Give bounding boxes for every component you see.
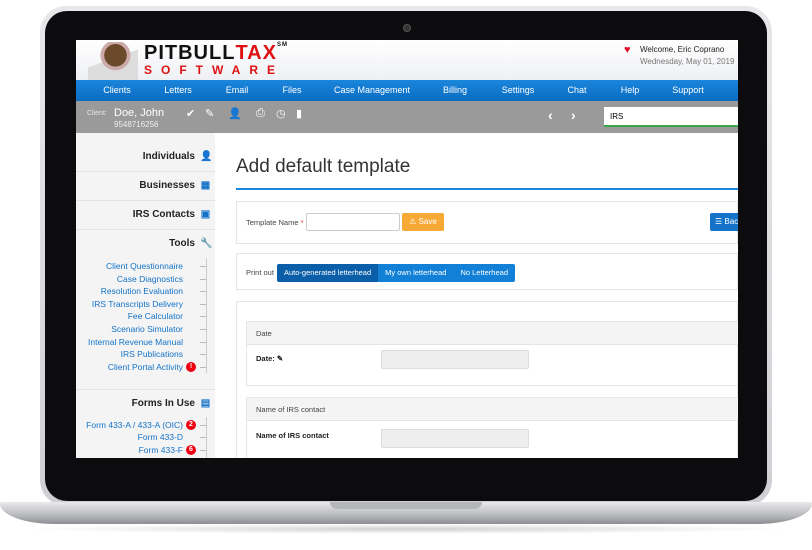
client-phone: 9548716256	[114, 120, 159, 129]
divider	[76, 200, 215, 201]
main-nav: Clients Letters Email Files Case Managem…	[76, 80, 738, 101]
sidebar: Individuals 👤 Businesses ▦ IRS Contacts ▣ T…	[76, 133, 215, 458]
count-badge: 6	[186, 445, 196, 455]
field-header: Name of IRS contact	[256, 405, 326, 414]
title-underline	[236, 188, 738, 190]
form-433-f[interactable]: Form 433-F 6	[139, 445, 196, 455]
building-icon: ▦	[200, 180, 211, 191]
logo-subtitle: SOFTWARE	[144, 63, 284, 77]
option-auto-generated-letterhead[interactable]: Auto-generated letterhead	[277, 264, 379, 282]
alert-badge: !	[186, 362, 196, 372]
field-header: Date	[256, 329, 272, 338]
nav-letters[interactable]: Letters	[164, 85, 192, 95]
nav-settings[interactable]: Settings	[502, 85, 535, 95]
field-label: Date: ✎	[256, 354, 284, 363]
pencil-icon[interactable]: ✎	[205, 107, 214, 120]
sidebar-item-tools[interactable]: Tools 🔧	[169, 238, 213, 249]
app-screen: PITBULLTAXSM SOFTWARE ♥ Welcome, Eric Co…	[76, 40, 738, 458]
nav-case-management[interactable]: Case Management	[334, 85, 410, 95]
form-433-d[interactable]: Form 433-D	[138, 432, 183, 442]
nav-support[interactable]: Support	[672, 85, 704, 95]
client-search-input[interactable]	[604, 107, 738, 127]
option-no-letterhead[interactable]: No Letterhead	[453, 264, 515, 282]
app-header: PITBULLTAXSM SOFTWARE ♥ Welcome, Eric Co…	[76, 40, 738, 80]
field-irs-contact: Name of IRS contact× Name of IRS contact	[246, 397, 738, 458]
laptop-shadow	[20, 524, 792, 534]
print-out-toggle: Auto-generated letterhead My own letterh…	[277, 264, 515, 282]
print-out-label: Print out	[246, 268, 274, 277]
laptop-notch	[330, 502, 482, 509]
tool-case-diagnostics[interactable]: Case Diagnostics	[117, 274, 183, 284]
add-user-icon[interactable]: 👤	[228, 107, 242, 120]
tree-line	[206, 417, 207, 458]
contact-card-icon: ▣	[200, 209, 211, 220]
main-content: Add default template Template Name * ⚠ S…	[222, 138, 738, 458]
sidebar-item-individuals[interactable]: Individuals 👤	[143, 151, 213, 162]
wrench-icon: 🔧	[200, 238, 213, 249]
back-button[interactable]: ☰ Back	[710, 213, 738, 231]
pitbull-logo-image	[88, 42, 138, 80]
tool-client-portal-activity[interactable]: Client Portal Activity!	[108, 362, 196, 372]
template-name-input[interactable]	[306, 213, 400, 231]
sidebar-item-businesses[interactable]: Businesses ▦	[139, 180, 211, 191]
tool-irs-publications[interactable]: IRS Publications	[121, 349, 183, 359]
inbox-icon: ▤	[200, 398, 211, 409]
divider	[76, 171, 215, 172]
webcam	[403, 24, 411, 32]
tree-line	[206, 258, 207, 373]
clock-icon[interactable]: ◷	[276, 107, 286, 120]
check-icon[interactable]: ✔	[186, 107, 195, 120]
nav-clients[interactable]: Clients	[103, 85, 131, 95]
client-label: Client:	[87, 110, 107, 117]
welcome-text: Welcome, Eric Coprano	[640, 45, 725, 54]
document-icon[interactable]: ▮	[296, 107, 302, 120]
irs-contact-input[interactable]	[381, 429, 529, 448]
divider	[76, 229, 215, 230]
template-name-label: Template Name *	[246, 218, 304, 227]
field-date: Date× Date: ✎	[246, 321, 738, 386]
field-label: Name of IRS contact	[256, 431, 329, 440]
tool-scenario-simulator[interactable]: Scenario Simulator	[111, 324, 183, 334]
divider	[76, 389, 215, 390]
sidebar-item-irs-contacts[interactable]: IRS Contacts ▣	[133, 209, 211, 220]
nav-email[interactable]: Email	[226, 85, 249, 95]
tool-client-questionnaire[interactable]: Client Questionnaire	[106, 261, 183, 271]
count-badge: 2	[186, 420, 196, 430]
tool-resolution-evaluation[interactable]: Resolution Evaluation	[101, 286, 183, 296]
tool-fee-calculator[interactable]: Fee Calculator	[128, 311, 183, 321]
client-name[interactable]: Doe, John	[114, 107, 164, 119]
option-my-own-letterhead[interactable]: My own letterhead	[378, 264, 454, 282]
list-icon: ☰	[715, 217, 723, 226]
print-icon[interactable]: ⎙	[256, 107, 265, 120]
form-433-a[interactable]: Form 433-A / 433-A (OIC) 2	[86, 420, 196, 430]
tool-internal-revenue-manual[interactable]: Internal Revenue Manual	[88, 337, 183, 347]
nav-chat[interactable]: Chat	[567, 85, 586, 95]
client-bar: Client: Doe, John 9548716256 ✔ ✎ 👤 ⎙ ◷ ▮…	[76, 101, 738, 133]
nav-help[interactable]: Help	[621, 85, 640, 95]
warning-icon: ⚠	[409, 217, 417, 226]
nav-files[interactable]: Files	[282, 85, 301, 95]
logo[interactable]: PITBULLTAXSM	[144, 42, 288, 65]
chevron-right-icon[interactable]: ›	[571, 107, 576, 123]
heart-icon[interactable]: ♥	[624, 44, 631, 56]
pencil-icon[interactable]: ✎	[277, 354, 283, 363]
current-date: Wednesday, May 01, 2019	[640, 57, 735, 66]
person-icon: 👤	[200, 151, 213, 162]
save-button[interactable]: ⚠ Save	[402, 213, 444, 231]
tool-irs-transcripts-delivery[interactable]: IRS Transcripts Delivery	[92, 299, 183, 309]
chevron-left-icon[interactable]: ‹	[548, 107, 553, 123]
date-input[interactable]	[381, 350, 529, 369]
sidebar-item-forms-in-use[interactable]: Forms In Use ▤	[132, 398, 211, 409]
nav-billing[interactable]: Billing	[443, 85, 467, 95]
page-title: Add default template	[236, 156, 411, 177]
